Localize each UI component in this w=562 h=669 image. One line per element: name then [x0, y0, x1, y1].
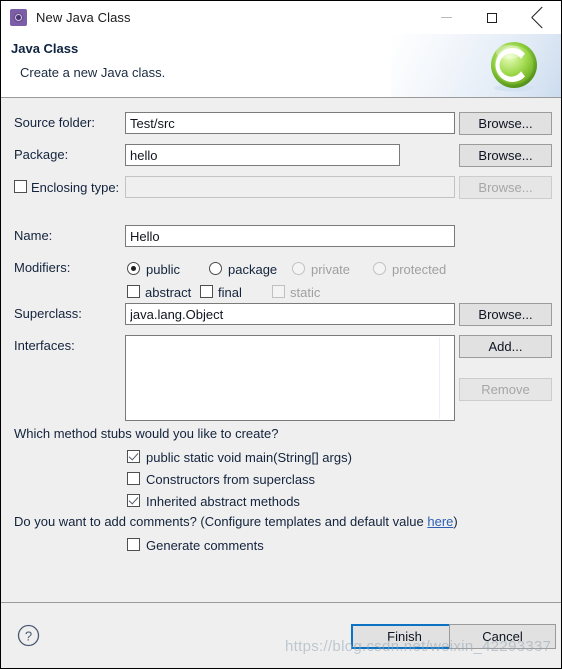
stub-checkbox-inherited[interactable] [127, 494, 140, 507]
close-icon [532, 11, 545, 24]
stub-inherited-row: Inherited abstract methods [1, 492, 561, 514]
modifier-checkbox-abstract[interactable] [127, 285, 140, 298]
modifier-label-package: package [228, 262, 278, 277]
modifier-label-abstract: abstract [145, 285, 192, 300]
modifier-radio-package[interactable] [209, 262, 222, 275]
maximize-icon [487, 12, 497, 23]
package-row: Package: Browse... [1, 144, 561, 167]
superclass-label: Superclass: [14, 306, 82, 321]
generate-comments-checkbox[interactable] [127, 538, 140, 551]
stub-checkbox-main[interactable] [127, 450, 140, 463]
modifier-radio-public[interactable] [127, 262, 140, 275]
class-name-input[interactable] [125, 225, 455, 247]
enclosing-type-browse-button[interactable]: Browse... [459, 176, 552, 199]
source-folder-label: Source folder: [14, 115, 95, 130]
superclass-row: Superclass: Browse... [1, 303, 561, 326]
minimize-button[interactable] [423, 1, 469, 34]
package-label: Package: [14, 147, 69, 162]
superclass-browse-button[interactable]: Browse... [459, 303, 552, 326]
eclipse-c-logo [491, 42, 537, 92]
stub-label-constructors: Constructors from superclass [146, 472, 316, 487]
package-input[interactable] [125, 144, 400, 166]
minimize-icon [440, 17, 452, 18]
interfaces-list[interactable] [125, 335, 455, 421]
dialog-footer: ? Finish Cancel [1, 603, 561, 668]
modifier-radio-private[interactable] [292, 262, 305, 275]
modifier-label-static: static [290, 285, 321, 300]
configure-templates-link[interactable]: here [427, 514, 453, 529]
cancel-button[interactable]: Cancel [449, 624, 556, 649]
java-class-wizard-icon [10, 9, 27, 26]
modifiers-row: Modifiers: public package private protec… [1, 257, 561, 303]
modifier-checkbox-static[interactable] [272, 285, 285, 298]
title-bar: New Java Class [1, 1, 561, 34]
generate-comments-label: Generate comments [146, 538, 264, 553]
finish-button[interactable]: Finish [351, 624, 458, 649]
comments-question-suffix: ) [453, 514, 458, 529]
enclosing-type-input[interactable] [125, 176, 455, 198]
interfaces-label: Interfaces: [14, 338, 75, 353]
svg-text:?: ? [25, 629, 32, 644]
modifier-label-final: final [218, 285, 242, 300]
enclosing-type-checkbox[interactable] [14, 180, 27, 193]
name-row: Name: [1, 225, 561, 247]
window-title: New Java Class [36, 10, 131, 25]
modifier-label-private: private [311, 262, 351, 277]
modifier-radio-protected[interactable] [373, 262, 386, 275]
source-folder-row: Source folder: Browse... [1, 112, 561, 135]
enclosing-type-label: Enclosing type: [31, 180, 120, 195]
window-controls [423, 1, 561, 34]
enclosing-type-row: Enclosing type: Browse... [1, 176, 561, 199]
interfaces-add-button[interactable]: Add... [459, 335, 552, 358]
source-folder-input[interactable] [125, 112, 455, 134]
wizard-header: Java Class Create a new Java class. [1, 34, 561, 98]
stub-main-row: public static void main(String[] args) [1, 448, 561, 470]
modifier-checkbox-final[interactable] [200, 285, 213, 298]
maximize-button[interactable] [469, 1, 515, 34]
modifier-label-public: public [146, 262, 180, 277]
interfaces-list-divider [439, 337, 440, 419]
package-browse-button[interactable]: Browse... [459, 144, 552, 167]
modifier-label-protected: protected [392, 262, 447, 277]
stub-constructors-row: Constructors from superclass [1, 470, 561, 492]
generate-comments-row: Generate comments [1, 536, 561, 558]
interfaces-remove-button[interactable]: Remove [459, 378, 552, 401]
stub-label-inherited: Inherited abstract methods [146, 494, 300, 509]
superclass-input[interactable] [125, 303, 455, 325]
source-folder-browse-button[interactable]: Browse... [459, 112, 552, 135]
wizard-body: Source folder: Browse... Package: Browse… [1, 98, 561, 603]
new-java-class-dialog: New Java Class Java Class Create a new J… [0, 0, 562, 669]
modifiers-label: Modifiers: [14, 260, 71, 275]
method-stubs-question: Which method stubs would you like to cre… [14, 426, 279, 441]
page-title: Java Class [11, 41, 79, 56]
comments-question: Do you want to add comments? (Configure … [14, 514, 458, 529]
close-button[interactable] [515, 1, 561, 34]
stub-label-main: public static void main(String[] args) [146, 450, 352, 465]
name-label: Name: [14, 228, 53, 243]
comments-question-prefix: Do you want to add comments? (Configure … [14, 514, 428, 529]
help-icon[interactable]: ? [17, 624, 40, 647]
page-description: Create a new Java class. [20, 65, 166, 80]
stub-checkbox-constructors[interactable] [127, 472, 140, 485]
interfaces-row: Interfaces: Add... Remove [1, 335, 561, 421]
